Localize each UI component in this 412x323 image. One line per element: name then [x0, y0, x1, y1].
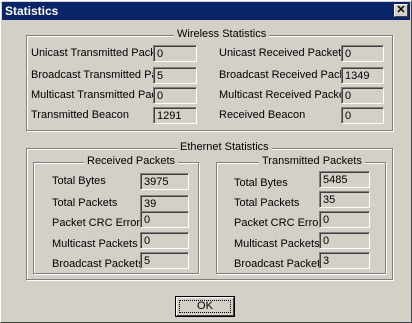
wireless-left-value: 0 — [153, 87, 197, 104]
wireless-left-value: 0 — [153, 45, 197, 62]
transmitted-row-value: 5485 — [319, 171, 370, 188]
received-row-label: Total Packets — [52, 197, 118, 209]
title-bar[interactable]: Statistics ✕ — [2, 2, 410, 20]
window-title: Statistics — [5, 4, 59, 18]
transmitted-row-value: 0 — [319, 232, 370, 249]
transmitted-packets-title: Transmitted Packets — [259, 155, 365, 167]
transmitted-row-value: 3 — [319, 252, 370, 269]
wireless-left-label: Unicast Transmitted Packets — [31, 47, 171, 59]
wireless-left-value: 5 — [153, 67, 197, 84]
received-row-label: Total Bytes — [52, 175, 106, 187]
ethernet-statistics-title: Ethernet Statistics — [177, 141, 272, 153]
transmitted-row-label: Broadcast Packets — [234, 258, 326, 270]
ok-button-label: OK — [197, 300, 213, 312]
wireless-right-value: 0 — [341, 87, 384, 104]
wireless-right-value: 0 — [341, 107, 384, 124]
received-row-value: 5 — [140, 252, 189, 269]
received-row-value: 0 — [140, 211, 189, 228]
wireless-right-value: 0 — [341, 45, 384, 62]
received-row-value: 39 — [140, 195, 189, 212]
close-icon[interactable]: ✕ — [394, 4, 408, 17]
ok-button[interactable]: OK — [175, 296, 235, 317]
transmitted-row-label: Total Bytes — [234, 177, 288, 189]
wireless-statistics-title: Wireless Statistics — [174, 28, 270, 40]
wireless-right-label: Broadcast Received Packets — [219, 69, 360, 81]
wireless-right-label: Multicast Received Packets — [219, 89, 354, 101]
wireless-left-value: 1291 — [153, 107, 197, 124]
wireless-right-label: Received Beacon — [219, 109, 306, 121]
received-row-value: 0 — [140, 232, 189, 249]
transmitted-row-value: 35 — [319, 191, 370, 208]
transmitted-row-label: Total Packets — [234, 197, 300, 209]
transmitted-row-value: 0 — [319, 211, 370, 228]
wireless-left-label: Transmitted Beacon — [31, 109, 130, 121]
statistics-dialog: Statistics ✕ Wireless Statistics Unicast… — [0, 0, 412, 323]
received-row-label: Broadcast Packets — [52, 258, 144, 270]
received-row-label: Multicast Packets — [52, 238, 138, 250]
received-packets-title: Received Packets — [84, 155, 179, 167]
received-row-value: 3975 — [140, 173, 189, 190]
transmitted-row-label: Multicast Packets — [234, 238, 320, 250]
wireless-right-label: Unicast Received Packets — [219, 47, 347, 59]
received-row-label: Packet CRC Errors — [52, 217, 146, 229]
transmitted-row-label: Packet CRC Errors — [234, 217, 328, 229]
wireless-right-value: 1349 — [341, 67, 384, 84]
